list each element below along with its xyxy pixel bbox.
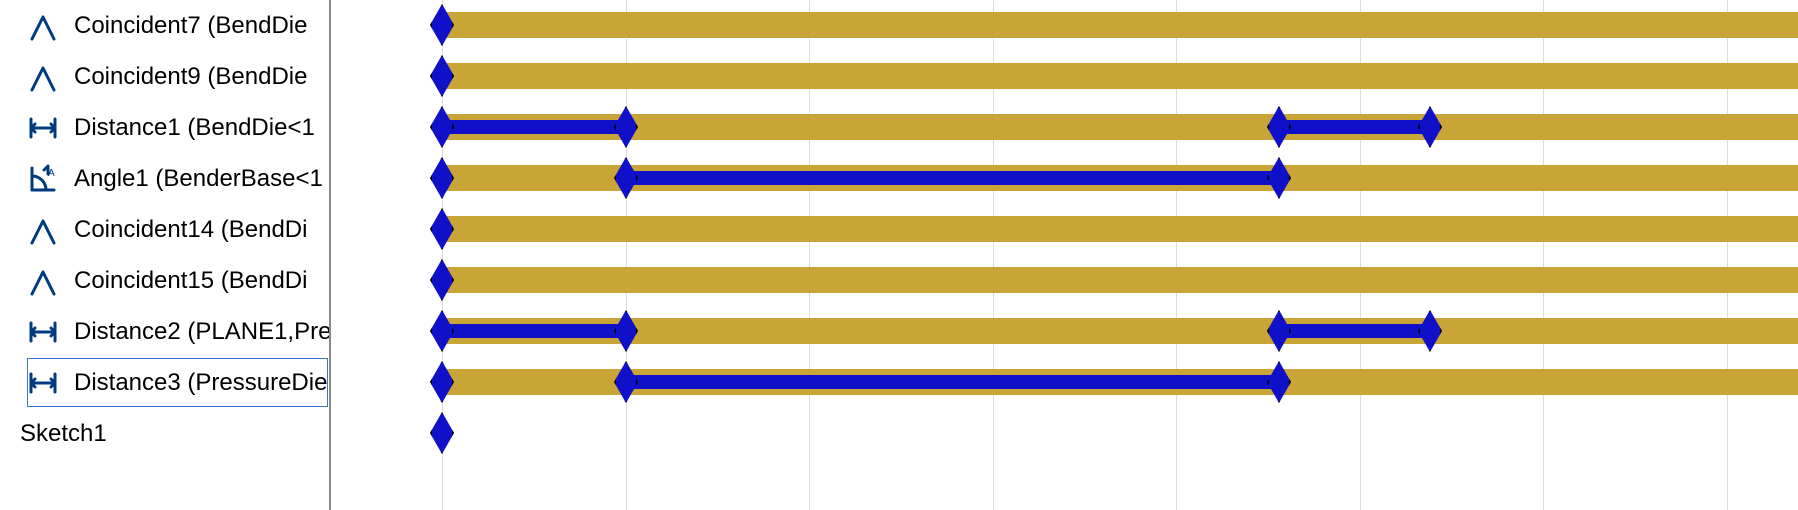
timeline-panel <box>330 0 1798 510</box>
keyframe-diamond[interactable] <box>430 310 454 352</box>
keyframe-diamond[interactable] <box>430 259 454 301</box>
distance-icon <box>26 366 60 400</box>
distance-icon <box>26 111 60 145</box>
duration-bar[interactable] <box>442 114 1798 140</box>
keyframe-diamond[interactable] <box>1418 310 1442 352</box>
segment-bar[interactable] <box>1279 120 1430 134</box>
keyframe-diamond[interactable] <box>614 157 638 199</box>
segment-bar[interactable] <box>626 375 1279 389</box>
segment-bar[interactable] <box>1279 324 1430 338</box>
keyframe-diamond[interactable] <box>430 361 454 403</box>
duration-bar[interactable] <box>442 267 1798 293</box>
tree-item-3[interactable]: A Angle1 (BenderBase<1 <box>26 153 329 204</box>
tree-item-0[interactable]: Coincident7 (BendDie <box>26 0 329 51</box>
tree-item-label: Distance2 (PLANE1,Pre <box>74 318 329 346</box>
segment-bar[interactable] <box>626 171 1279 185</box>
keyframe-diamond[interactable] <box>614 361 638 403</box>
svg-text:A: A <box>48 168 55 179</box>
keyframe-diamond[interactable] <box>1267 310 1291 352</box>
feature-tree-panel: Coincident7 (BendDie Coincident9 (BendDie… <box>0 0 330 510</box>
tree-item-label: Coincident9 (BendDie <box>74 63 307 91</box>
timeline-row <box>330 102 1798 153</box>
coincident-icon <box>26 264 60 298</box>
duration-bar[interactable] <box>442 318 1798 344</box>
coincident-icon <box>26 60 60 94</box>
tree-item-label: Sketch1 <box>20 420 107 448</box>
tree-item-1[interactable]: Coincident9 (BendDie <box>26 51 329 102</box>
duration-bar[interactable] <box>442 12 1798 38</box>
duration-bar[interactable] <box>442 216 1798 242</box>
keyframe-diamond[interactable] <box>430 412 454 454</box>
timeline-row <box>330 357 1798 408</box>
keyframe-diamond[interactable] <box>430 208 454 250</box>
keyframe-diamond[interactable] <box>614 106 638 148</box>
timeline-row <box>330 408 1798 459</box>
tree-item-label: Coincident15 (BendDi <box>74 267 307 295</box>
timeline-row <box>330 153 1798 204</box>
tree-item-label: Coincident7 (BendDie <box>74 12 307 40</box>
tree-item-5[interactable]: Coincident15 (BendDi <box>26 255 329 306</box>
timeline-row <box>330 255 1798 306</box>
keyframe-diamond[interactable] <box>1267 106 1291 148</box>
timeline-row <box>330 51 1798 102</box>
tree-item-label: Distance1 (BendDie<1 <box>74 114 315 142</box>
tree-item-8[interactable]: Sketch1 <box>20 408 329 459</box>
duration-bar[interactable] <box>442 63 1798 89</box>
keyframe-diamond[interactable] <box>1418 106 1442 148</box>
timeline-row <box>330 306 1798 357</box>
keyframe-diamond[interactable] <box>1267 157 1291 199</box>
tree-item-label: Distance3 (PressureDie <box>74 369 327 397</box>
tree-item-label: Angle1 (BenderBase<1 <box>74 165 323 193</box>
angle-icon: A <box>26 162 60 196</box>
keyframe-diamond[interactable] <box>430 4 454 46</box>
keyframe-diamond[interactable] <box>430 157 454 199</box>
tree-item-2[interactable]: Distance1 (BendDie<1 <box>26 102 329 153</box>
tree-item-label: Coincident14 (BendDi <box>74 216 307 244</box>
keyframe-diamond[interactable] <box>1267 361 1291 403</box>
keyframe-diamond[interactable] <box>430 106 454 148</box>
timeline-row <box>330 204 1798 255</box>
coincident-icon <box>26 9 60 43</box>
coincident-icon <box>26 213 60 247</box>
keyframe-diamond[interactable] <box>430 55 454 97</box>
segment-bar[interactable] <box>442 324 626 338</box>
tree-item-6[interactable]: Distance2 (PLANE1,Pre <box>26 306 329 357</box>
keyframe-diamond[interactable] <box>614 310 638 352</box>
distance-icon <box>26 315 60 349</box>
timeline-row <box>330 0 1798 51</box>
tree-item-7[interactable]: Distance3 (PressureDie <box>26 357 329 408</box>
segment-bar[interactable] <box>442 120 626 134</box>
tree-item-4[interactable]: Coincident14 (BendDi <box>26 204 329 255</box>
